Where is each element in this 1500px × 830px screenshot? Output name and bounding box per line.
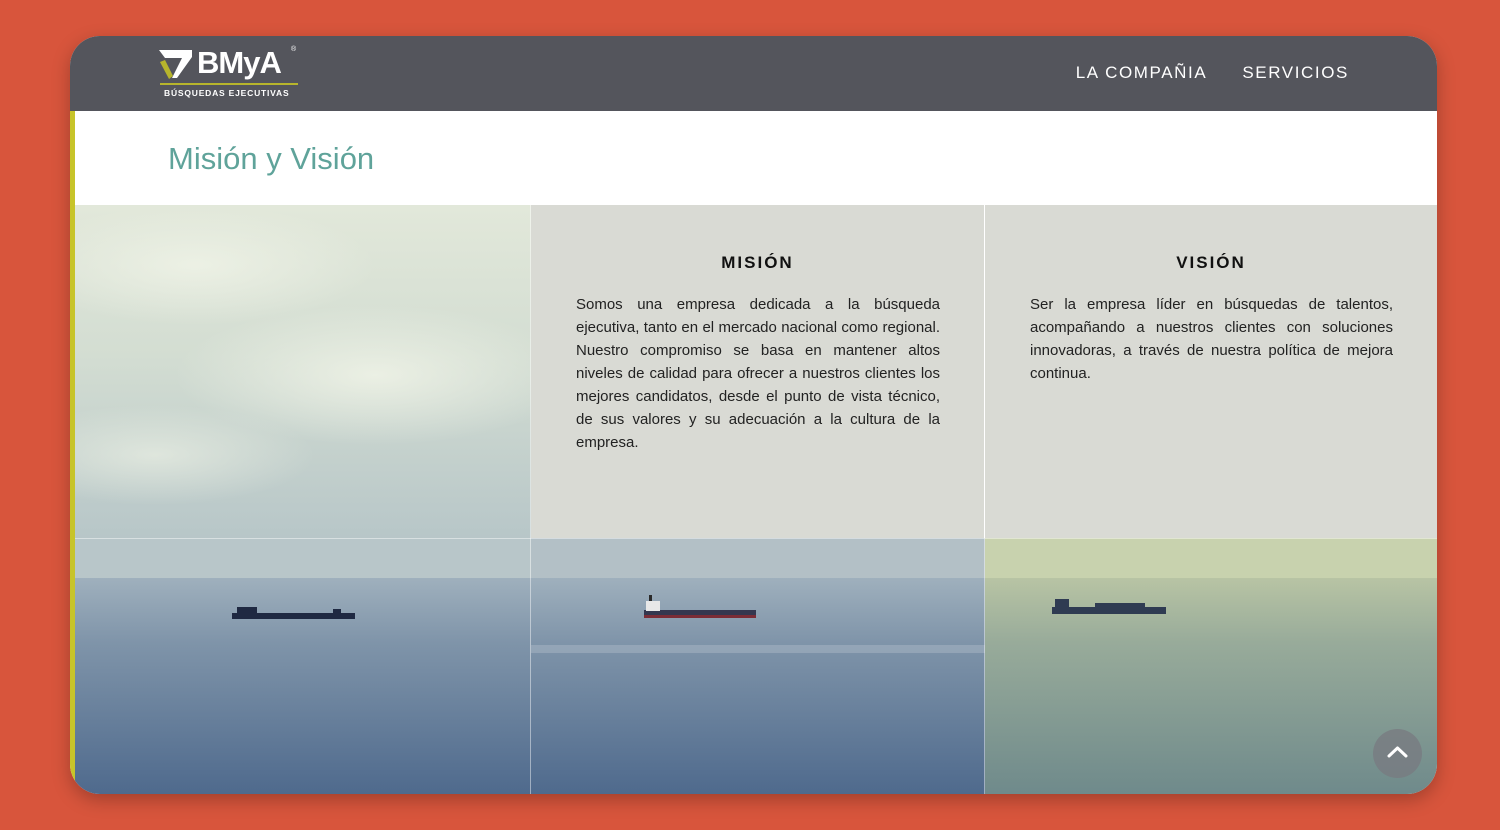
title-band: Misión y Visión: [75, 111, 1437, 205]
registered-mark: ®: [291, 46, 297, 53]
scroll-to-top-button[interactable]: [1373, 729, 1422, 778]
vision-heading: VISIÓN: [1176, 253, 1246, 272]
top-navbar: BMyA ® BÚSQUEDAS EJECUTIVAS LA COMPAÑIA …: [70, 36, 1437, 111]
logo-underline: [160, 83, 298, 85]
mission-vision-section: MISIÓN Somos una empresa dedicada a la b…: [75, 205, 1437, 794]
grid-divider: [75, 538, 1437, 539]
nav-item-la-compania[interactable]: LA COMPAÑIA: [1076, 63, 1208, 83]
vision-body: Ser la empresa líder en búsquedas de tal…: [1030, 296, 1393, 382]
main-nav: LA COMPAÑIA SERVICIOS: [1076, 63, 1349, 83]
vision-panel: VISIÓN Ser la empresa líder en búsquedas…: [985, 205, 1437, 538]
chevron-up-icon: [1387, 746, 1408, 758]
mision-body: Somos una empresa dedicada a la búsqueda…: [576, 296, 940, 451]
browser-window: BMyA ® BÚSQUEDAS EJECUTIVAS LA COMPAÑIA …: [70, 36, 1437, 794]
brand-logo[interactable]: BMyA ® BÚSQUEDAS EJECUTIVAS: [158, 45, 300, 100]
logo-tagline: BÚSQUEDAS EJECUTIVAS: [164, 88, 290, 98]
logo-text: BMyA: [197, 45, 282, 80]
mision-heading: MISIÓN: [721, 253, 794, 272]
page-title: Misión y Visión: [168, 141, 375, 176]
mision-panel: MISIÓN Somos una empresa dedicada a la b…: [531, 205, 984, 538]
logo-mark-icon: [159, 50, 192, 79]
nav-item-servicios[interactable]: SERVICIOS: [1242, 63, 1349, 83]
